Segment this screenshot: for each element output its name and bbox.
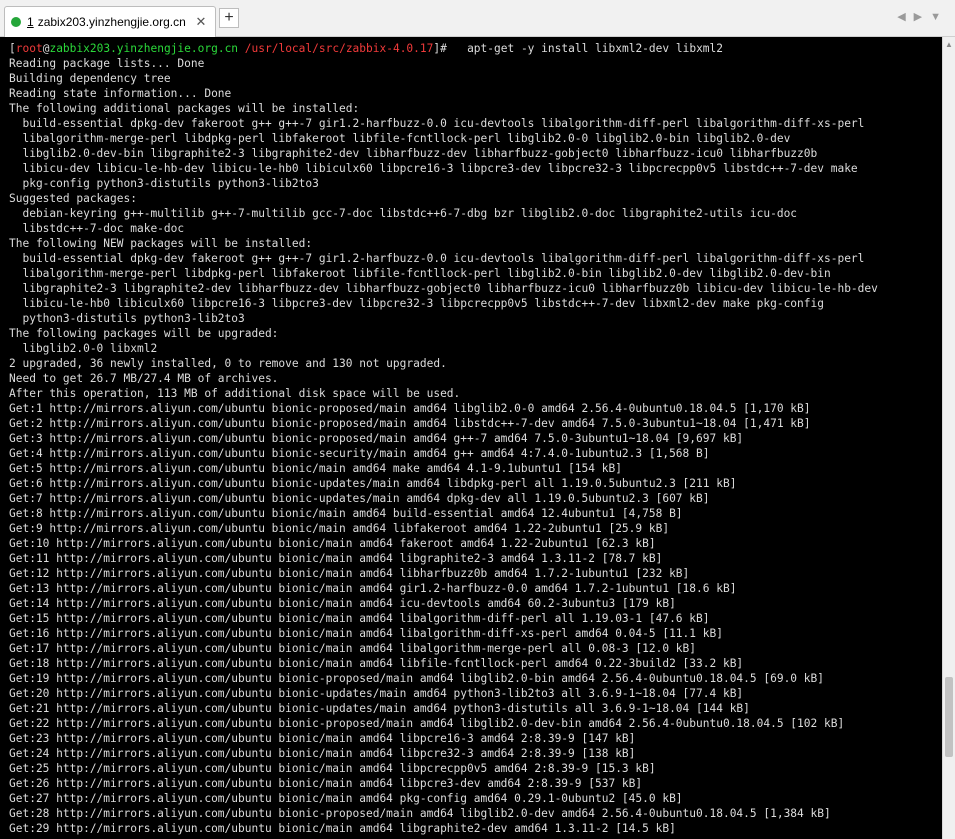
terminal-line: Get:14 http://mirrors.aliyun.com/ubuntu … bbox=[9, 597, 676, 610]
terminal-line: Get:26 http://mirrors.aliyun.com/ubuntu … bbox=[9, 777, 643, 790]
terminal-line: Get:22 http://mirrors.aliyun.com/ubuntu … bbox=[9, 717, 845, 730]
terminal-line: Get:13 http://mirrors.aliyun.com/ubuntu … bbox=[9, 582, 737, 595]
prompt-user: root bbox=[15, 42, 43, 55]
terminal-line: Get:15 http://mirrors.aliyun.com/ubuntu … bbox=[9, 612, 710, 625]
close-icon[interactable]: ✕ bbox=[193, 14, 209, 30]
terminal-line: Get:18 http://mirrors.aliyun.com/ubuntu … bbox=[9, 657, 744, 670]
terminal-line: python3-distutils python3-lib2to3 bbox=[9, 312, 245, 325]
terminal-line: Get:24 http://mirrors.aliyun.com/ubuntu … bbox=[9, 747, 636, 760]
terminal-line: The following packages will be upgraded: bbox=[9, 327, 279, 340]
connected-status-icon bbox=[11, 17, 21, 27]
prompt-host: zabbix203.yinzhengjie.org.cn bbox=[49, 42, 239, 55]
prompt-path: /usr/local/src/zabbix-4.0.17 bbox=[238, 42, 434, 55]
scrollbar-thumb[interactable] bbox=[945, 677, 953, 757]
terminal-line: libgraphite2-3 libgraphite2-dev libharfb… bbox=[9, 282, 878, 295]
terminal-line: Get:1 http://mirrors.aliyun.com/ubuntu b… bbox=[9, 402, 811, 415]
terminal-line: Get:29 http://mirrors.aliyun.com/ubuntu … bbox=[9, 822, 676, 835]
terminal-line: 2 upgraded, 36 newly installed, 0 to rem… bbox=[9, 357, 447, 370]
terminal-line: Get:5 http://mirrors.aliyun.com/ubuntu b… bbox=[9, 462, 622, 475]
tab-bar: 1 zabix203.yinzhengjie.org.cn ✕ + ◀▶▼ bbox=[0, 0, 955, 37]
prompt-line: [root@zabbix203.yinzhengjie.org.cn /usr/… bbox=[9, 41, 942, 56]
vertical-scrollbar[interactable]: ▲ bbox=[942, 37, 955, 839]
terminal-line: Get:2 http://mirrors.aliyun.com/ubuntu b… bbox=[9, 417, 811, 430]
tab-number: 1 bbox=[27, 15, 34, 29]
terminal-line: Get:9 http://mirrors.aliyun.com/ubuntu b… bbox=[9, 522, 670, 535]
terminal-line: Building dependency tree bbox=[9, 72, 171, 85]
terminal-line: The following additional packages will b… bbox=[9, 102, 360, 115]
terminal-line: Need to get 26.7 MB/27.4 MB of archives. bbox=[9, 372, 279, 385]
terminal-line: Get:6 http://mirrors.aliyun.com/ubuntu b… bbox=[9, 477, 737, 490]
terminal-line: Get:17 http://mirrors.aliyun.com/ubuntu … bbox=[9, 642, 697, 655]
terminal-line: Get:27 http://mirrors.aliyun.com/ubuntu … bbox=[9, 792, 683, 805]
prompt-open: [ bbox=[9, 42, 16, 55]
terminal-line: build-essential dpkg-dev fakeroot g++ g+… bbox=[9, 252, 865, 265]
terminal-line: libstdc++-7-doc make-doc bbox=[9, 222, 185, 235]
terminal-line: libicu-le-hb0 libiculx60 libpcre16-3 lib… bbox=[9, 297, 824, 310]
terminal-line: Suggested packages: bbox=[9, 192, 137, 205]
terminal-line: Get:23 http://mirrors.aliyun.com/ubuntu … bbox=[9, 732, 636, 745]
terminal-line: build-essential dpkg-dev fakeroot g++ g+… bbox=[9, 117, 865, 130]
terminal-line: Get:11 http://mirrors.aliyun.com/ubuntu … bbox=[9, 552, 663, 565]
terminal-line: Get:7 http://mirrors.aliyun.com/ubuntu b… bbox=[9, 492, 710, 505]
terminal-line: Reading package lists... Done bbox=[9, 57, 205, 70]
terminal-line: Get:19 http://mirrors.aliyun.com/ubuntu … bbox=[9, 672, 824, 685]
terminal-line: debian-keyring g++-multilib g++-7-multil… bbox=[9, 207, 798, 220]
terminal-output[interactable]: [root@zabbix203.yinzhengjie.org.cn /usr/… bbox=[0, 37, 942, 839]
terminal-line: Get:8 http://mirrors.aliyun.com/ubuntu b… bbox=[9, 507, 683, 520]
terminal-line: libalgorithm-merge-perl libdpkg-perl lib… bbox=[9, 132, 791, 145]
scroll-up-icon[interactable]: ▲ bbox=[945, 40, 953, 49]
terminal-line: Get:25 http://mirrors.aliyun.com/ubuntu … bbox=[9, 762, 656, 775]
terminal-line: libalgorithm-merge-perl libdpkg-perl lib… bbox=[9, 267, 831, 280]
tab-scroll-arrows-icon[interactable]: ◀▶▼ bbox=[897, 10, 949, 23]
terminal-line: Get:21 http://mirrors.aliyun.com/ubuntu … bbox=[9, 702, 750, 715]
prompt-close: ]# bbox=[433, 42, 447, 55]
terminal-line: Get:28 http://mirrors.aliyun.com/ubuntu … bbox=[9, 807, 831, 820]
tab-title: zabix203.yinzhengjie.org.cn bbox=[37, 15, 186, 29]
command-text: apt-get -y install libxml2-dev libxml2 bbox=[446, 42, 724, 55]
terminal-line: After this operation, 113 MB of addition… bbox=[9, 387, 461, 400]
terminal-line: Get:4 http://mirrors.aliyun.com/ubuntu b… bbox=[9, 447, 710, 460]
terminal-line: Reading state information... Done bbox=[9, 87, 232, 100]
terminal-line: Get:12 http://mirrors.aliyun.com/ubuntu … bbox=[9, 567, 690, 580]
terminal-line: pkg-config python3-distutils python3-lib… bbox=[9, 177, 319, 190]
terminal-line: Get:20 http://mirrors.aliyun.com/ubuntu … bbox=[9, 687, 744, 700]
terminal-line: libicu-dev libicu-le-hb-dev libicu-le-hb… bbox=[9, 162, 858, 175]
terminal-line: Get:16 http://mirrors.aliyun.com/ubuntu … bbox=[9, 627, 723, 640]
terminal-line: Get:3 http://mirrors.aliyun.com/ubuntu b… bbox=[9, 432, 744, 445]
terminal-line: libglib2.0-0 libxml2 bbox=[9, 342, 158, 355]
session-tab[interactable]: 1 zabix203.yinzhengjie.org.cn ✕ bbox=[4, 6, 216, 37]
new-tab-button[interactable]: + bbox=[219, 8, 239, 28]
terminal-line: The following NEW packages will be insta… bbox=[9, 237, 313, 250]
terminal-line: Get:10 http://mirrors.aliyun.com/ubuntu … bbox=[9, 537, 656, 550]
terminal-line: libglib2.0-dev-bin libgraphite2-3 libgra… bbox=[9, 147, 818, 160]
